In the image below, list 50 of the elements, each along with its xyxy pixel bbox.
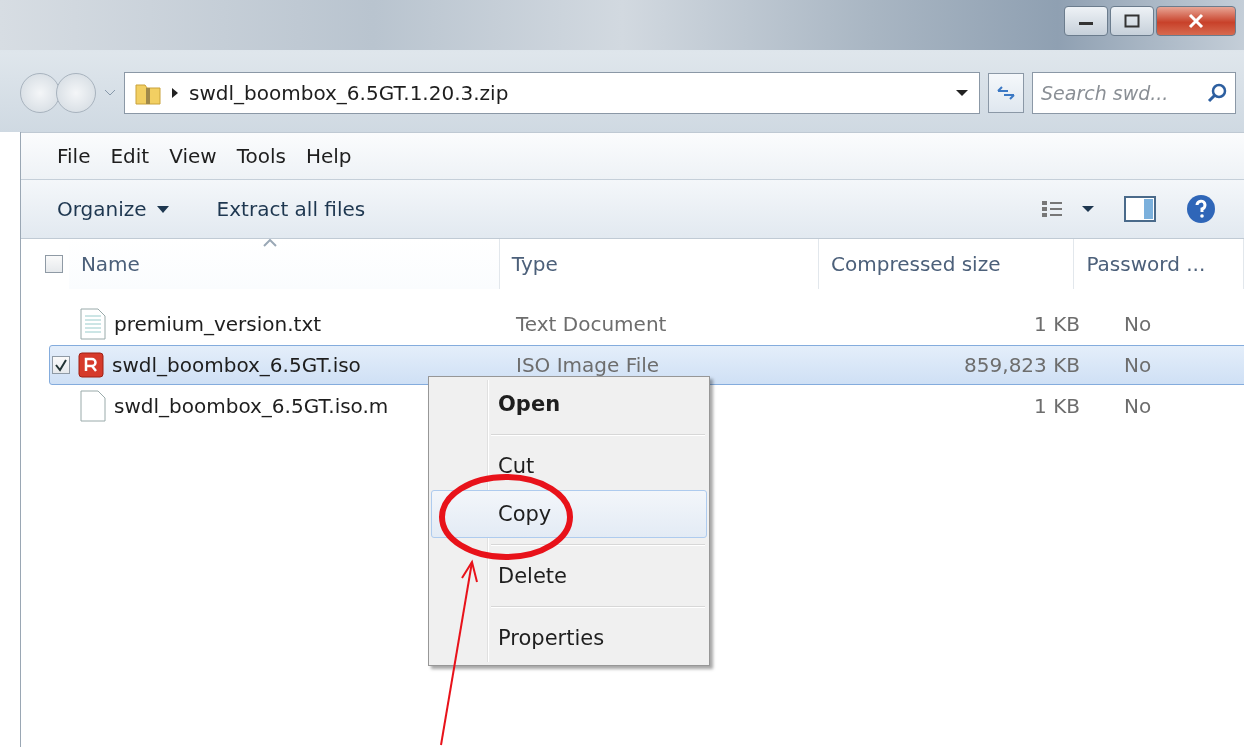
address-path: swdl_boombox_6.5GT.1.20.3.zip xyxy=(189,81,509,105)
column-header[interactable]: Name xyxy=(68,239,500,289)
caret-icon xyxy=(156,205,169,213)
selected-file-row[interactable]: swdl_boombox_6.5GT.iso ISO Image File 859,823 KB No xyxy=(49,345,1244,385)
column-header[interactable]: Compressed size xyxy=(819,239,1075,289)
file-type: Text Document xyxy=(516,312,667,336)
context-menu-item[interactable]: Properties xyxy=(431,614,707,662)
disc-image-icon xyxy=(78,352,104,378)
refresh-button[interactable] xyxy=(988,73,1024,113)
menu-item[interactable]: Help xyxy=(297,140,360,172)
menu-item[interactable]: Edit xyxy=(102,140,158,172)
toolbar-button[interactable]: Organize xyxy=(47,191,179,227)
maximize-icon xyxy=(1124,14,1140,28)
help-icon[interactable] xyxy=(1186,194,1216,224)
search-icon xyxy=(1206,82,1228,104)
file-name: swdl_boombox_6.5GT.iso xyxy=(112,353,361,377)
menu-item[interactable]: File xyxy=(49,140,99,172)
close-icon xyxy=(1187,13,1205,29)
dropdown-icon[interactable] xyxy=(955,89,969,97)
password-status: No xyxy=(1124,312,1152,336)
file-type: ISO Image File xyxy=(516,353,660,377)
file-icon xyxy=(80,390,106,422)
file-size: 1 KB xyxy=(1034,312,1080,336)
file-size: 1 KB xyxy=(1034,394,1080,418)
breadcrumb-arrow-icon xyxy=(171,87,179,99)
column-header[interactable]: Type xyxy=(499,239,820,289)
column-header[interactable]: Password ... xyxy=(1074,239,1244,289)
toolbar-button[interactable]: Extract all files xyxy=(206,191,376,227)
preview-pane-icon[interactable] xyxy=(1124,196,1156,222)
password-status: No xyxy=(1124,353,1152,377)
context-menu-item[interactable]: Delete xyxy=(431,552,707,600)
file-name: swdl_boombox_6.5GT.iso.m xyxy=(114,394,389,418)
password-status: No xyxy=(1124,394,1152,418)
menu-item[interactable]: Tools xyxy=(228,140,294,172)
view-options-icon[interactable] xyxy=(1042,199,1094,219)
context-menu-item[interactable]: Copy xyxy=(431,490,707,538)
minimize-button[interactable] xyxy=(1064,6,1108,36)
file-name: premium_version.txt xyxy=(114,312,322,336)
file-size: 859,823 KB xyxy=(964,353,1080,377)
dropdown-icon xyxy=(104,89,116,97)
search-field[interactable]: Search swd... xyxy=(1032,72,1236,114)
close-button[interactable] xyxy=(1156,6,1236,36)
maximize-button[interactable] xyxy=(1110,6,1154,36)
row-checkbox[interactable] xyxy=(52,356,70,374)
context-menu-item[interactable]: Cut xyxy=(431,442,707,490)
refresh-icon xyxy=(995,84,1017,102)
address-field[interactable]: swdl_boombox_6.5GT.1.20.3.zip xyxy=(124,72,980,114)
select-all-checkbox[interactable] xyxy=(44,255,63,273)
menu-item[interactable]: View xyxy=(161,140,225,172)
text-file-icon xyxy=(80,308,106,340)
